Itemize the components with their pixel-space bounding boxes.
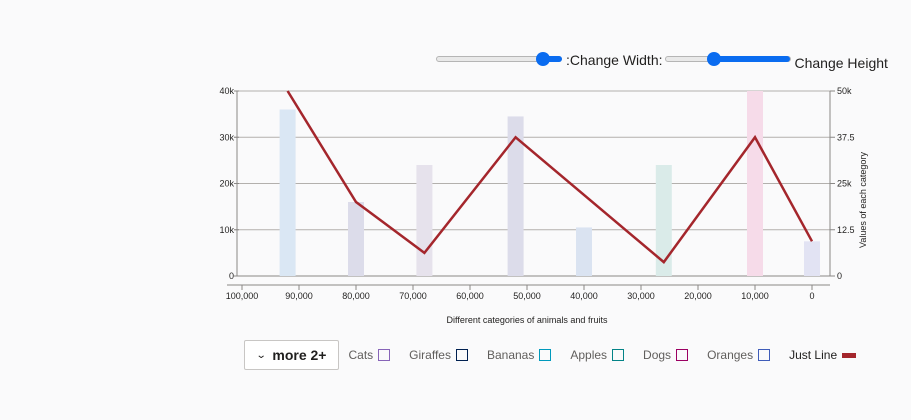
y2-tick-label: 37.5 bbox=[837, 132, 855, 142]
legend-item[interactable]: Cats bbox=[348, 348, 401, 362]
x-tick-label: 10,000 bbox=[741, 291, 769, 301]
x-tick-label: 20,000 bbox=[684, 291, 712, 301]
chart: 100,000 90,000 80,000 70,000 60,000 50,000 40,… bbox=[219, 86, 868, 325]
legend-item-label: Giraffes bbox=[409, 348, 451, 362]
y2-tick-label: 25k bbox=[837, 179, 852, 189]
bar bbox=[416, 165, 433, 276]
x-tick-label: 50,000 bbox=[513, 291, 541, 301]
y-tick-label: 20k bbox=[219, 179, 234, 189]
legend-more-label: more 2+ bbox=[272, 347, 327, 363]
y-axis-right: 0 12.5 25k 37.5 50k bbox=[829, 86, 855, 281]
chevron-down-icon: ⌄ bbox=[255, 349, 267, 361]
y-axis-right-title: Values of each category bbox=[858, 152, 868, 248]
y2-tick-label: 50k bbox=[837, 86, 852, 96]
legend-item-label: Cats bbox=[348, 348, 374, 362]
gridlines bbox=[234, 90, 830, 277]
legend-item-label: Oranges bbox=[707, 348, 754, 362]
legend-swatch bbox=[676, 349, 689, 361]
x-axis: 100,000 90,000 80,000 70,000 60,000 50,000 40,… bbox=[226, 284, 830, 301]
legend-swatch bbox=[539, 349, 552, 361]
bar bbox=[655, 165, 672, 276]
x-tick-label: 0 bbox=[809, 291, 814, 301]
x-tick-label: 90,000 bbox=[285, 291, 313, 301]
x-tick-label: 80,000 bbox=[342, 291, 370, 301]
legend-swatch bbox=[455, 349, 468, 361]
bar bbox=[747, 91, 763, 276]
legend-item[interactable]: Oranges bbox=[707, 348, 781, 362]
x-tick-label: 40,000 bbox=[570, 291, 598, 301]
y-tick-label: 30k bbox=[219, 132, 234, 142]
x-tick-label: 60,000 bbox=[456, 291, 484, 301]
legend-item-label: Bananas bbox=[486, 348, 535, 362]
x-tick-label: 70,000 bbox=[399, 291, 427, 301]
legend-item[interactable]: Dogs bbox=[643, 348, 699, 362]
legend-swatch bbox=[612, 349, 625, 361]
legend-item[interactable]: Just Line bbox=[789, 348, 860, 362]
bar bbox=[576, 227, 592, 276]
y-tick-label: 0 bbox=[229, 271, 234, 281]
legend-item[interactable]: Apples bbox=[570, 348, 635, 362]
y2-tick-label: 12.5 bbox=[837, 225, 855, 235]
y-axis-left: 0 10k 20k 30k 40k bbox=[219, 86, 239, 281]
y-tick-label: 40k bbox=[219, 86, 234, 96]
x-tick-label: 30,000 bbox=[627, 291, 655, 301]
legend-item[interactable]: Giraffes bbox=[409, 348, 479, 362]
x-axis-title: Different categories of animals and frui… bbox=[447, 315, 608, 325]
legend-swatch bbox=[758, 349, 771, 361]
x-tick-label: 100,000 bbox=[226, 291, 259, 301]
y-tick-label: 10k bbox=[219, 225, 234, 235]
line-series bbox=[286, 90, 814, 264]
legend-item-label: Just Line bbox=[789, 348, 838, 362]
series-line bbox=[286, 90, 814, 264]
legend-item-label: Apples bbox=[570, 348, 608, 362]
y2-tick-label: 0 bbox=[837, 271, 842, 281]
legend-item-label: Dogs bbox=[643, 348, 672, 362]
legend-more-button[interactable]: ⌄ more 2+ bbox=[244, 340, 340, 370]
bar bbox=[804, 241, 820, 276]
legend-swatch bbox=[378, 349, 391, 361]
legend-items: Cats Giraffes Bananas Apples Dogs Oranges Just… bbox=[340, 348, 860, 362]
legend-item[interactable]: Bananas bbox=[487, 348, 562, 362]
bar bbox=[279, 109, 296, 276]
legend-swatch bbox=[842, 352, 857, 358]
legend: ⌄ more 2+ Cats Giraffes Bananas Apples Dogs O… bbox=[244, 339, 860, 371]
bar bbox=[348, 202, 364, 276]
